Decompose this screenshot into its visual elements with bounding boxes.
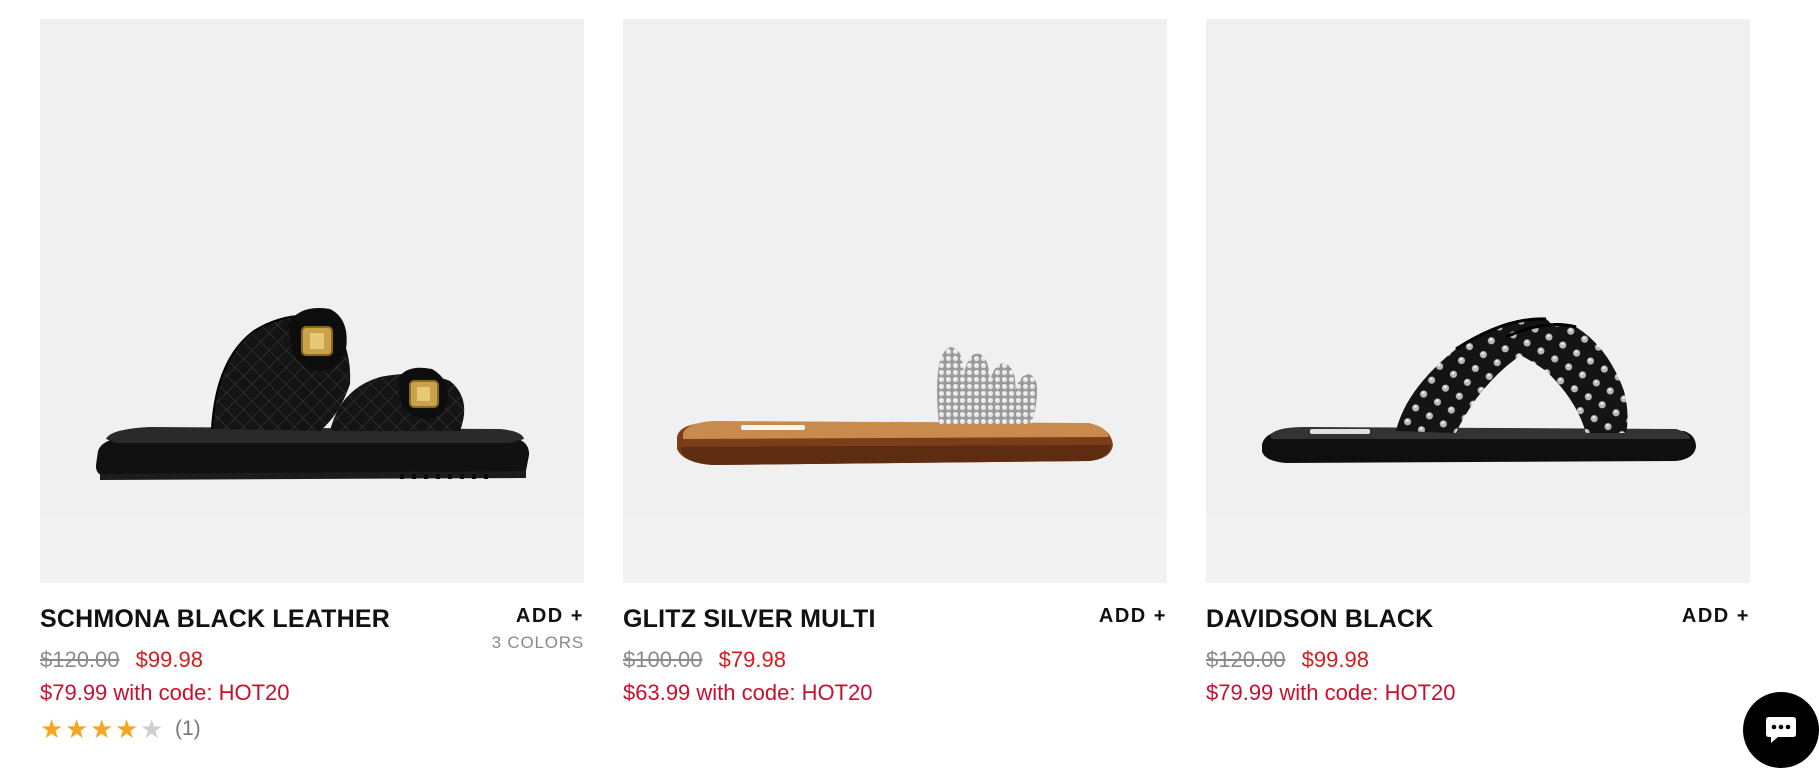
original-price: $100.00 [623,647,703,672]
price-row: $120.00 $99.98 [1206,647,1369,673]
product-card: GLITZ SILVER MULTI ADD + $100.00 $79.98 … [623,19,1167,755]
chat-bubble-icon [1766,717,1796,743]
product-image[interactable] [1206,19,1750,583]
add-button[interactable]: ADD + [516,605,584,628]
product-image[interactable] [623,19,1167,583]
promo-price: $79.99 with code: HOT20 [1206,680,1456,705]
promo-price: $63.99 with code: HOT20 [623,680,873,705]
product-name[interactable]: DAVIDSON BLACK [1206,605,1433,634]
product-card: SCHMONA BLACK LEATHER ADD + 3 COLORS $12… [40,19,584,755]
add-button[interactable]: ADD + [1099,605,1167,628]
star-filled-icon: ★ [90,714,114,744]
color-count[interactable]: 3 COLORS [492,633,584,653]
product-grid: SCHMONA BLACK LEATHER ADD + 3 COLORS $12… [0,0,1819,772]
star-filled-icon: ★ [115,714,139,744]
price-row: $120.00 $99.98 [40,647,203,673]
product-card: DAVIDSON BLACK ADD + $120.00 $99.98 $79.… [1206,19,1750,755]
rhinestone-slide-sandal-image [677,347,1113,465]
product-image[interactable] [40,19,584,583]
sale-price: $79.98 [718,647,786,672]
black-quilted-slide-sandal-image [95,308,530,480]
sale-price: $99.98 [1301,647,1369,672]
sale-price: $99.98 [135,647,203,672]
star-rating[interactable]: ★ ★ ★ ★ ★ (1) [40,716,201,742]
review-count: (1) [175,717,201,740]
original-price: $120.00 [1206,647,1286,672]
studded-crisscross-sandal-image [1262,317,1696,463]
chat-button[interactable] [1743,692,1819,768]
star-empty-icon: ★ [140,714,164,744]
promo-price: $79.99 with code: HOT20 [40,680,290,705]
product-info: DAVIDSON BLACK ADD + $120.00 $99.98 $79.… [1206,605,1750,755]
product-info: GLITZ SILVER MULTI ADD + $100.00 $79.98 … [623,605,1167,755]
product-name[interactable]: GLITZ SILVER MULTI [623,605,876,634]
price-row: $100.00 $79.98 [623,647,786,673]
star-filled-icon: ★ [65,714,89,744]
original-price: $120.00 [40,647,120,672]
star-filled-icon: ★ [40,714,64,744]
add-button[interactable]: ADD + [1682,605,1750,628]
product-name[interactable]: SCHMONA BLACK LEATHER [40,605,390,634]
product-info: SCHMONA BLACK LEATHER ADD + 3 COLORS $12… [40,605,584,755]
